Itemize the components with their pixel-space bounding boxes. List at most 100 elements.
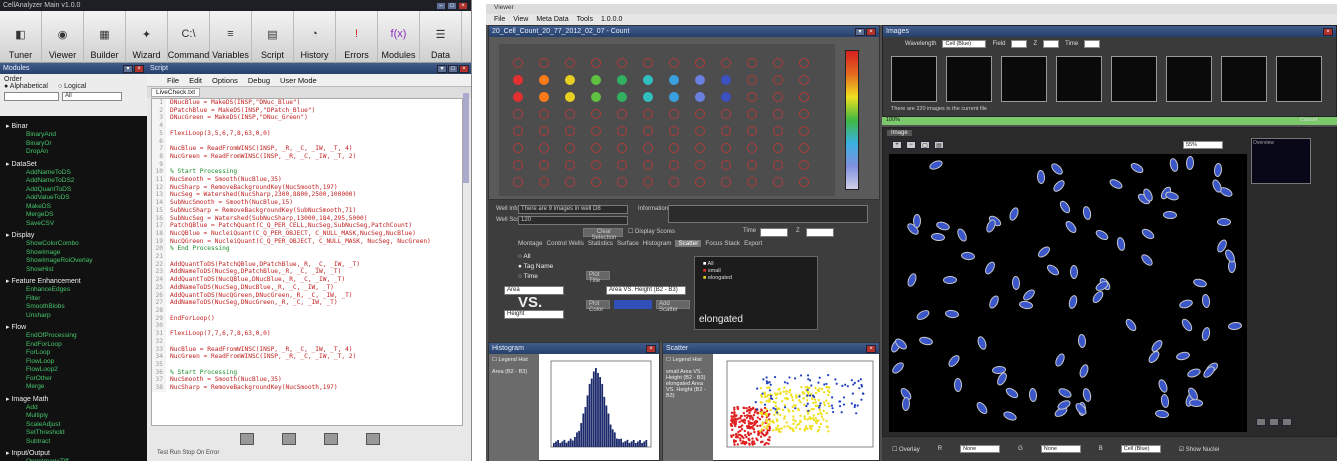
module-item[interactable]: Filter bbox=[0, 295, 147, 304]
r-channel-select[interactable]: None bbox=[960, 445, 1001, 453]
well[interactable] bbox=[669, 160, 679, 170]
well[interactable] bbox=[695, 160, 705, 170]
y-variable-select[interactable]: Height bbox=[504, 310, 564, 319]
module-category[interactable]: ▸ Flow bbox=[0, 322, 147, 332]
well[interactable] bbox=[539, 58, 549, 68]
well[interactable] bbox=[513, 109, 523, 119]
zoom-out-icon[interactable]: − bbox=[906, 141, 916, 149]
well[interactable] bbox=[617, 143, 627, 153]
close-icon[interactable]: × bbox=[646, 344, 656, 353]
well[interactable] bbox=[799, 177, 809, 187]
well[interactable] bbox=[669, 126, 679, 136]
legend-scatter-checkbox[interactable]: ☐ Legend Hist bbox=[663, 354, 713, 366]
well[interactable] bbox=[773, 160, 783, 170]
close-icon[interactable]: × bbox=[459, 64, 469, 73]
well[interactable] bbox=[695, 58, 705, 68]
well[interactable] bbox=[539, 143, 549, 153]
well[interactable] bbox=[799, 109, 809, 119]
well[interactable] bbox=[669, 143, 679, 153]
module-item[interactable]: AddNameToDS2 bbox=[0, 177, 147, 186]
toolbar-button-viewer[interactable]: ◉ Viewer bbox=[42, 11, 84, 63]
well[interactable] bbox=[721, 143, 731, 153]
minimize-icon[interactable]: – bbox=[436, 1, 446, 10]
close-icon[interactable]: × bbox=[866, 344, 876, 353]
module-category[interactable]: ▸ Image Math bbox=[0, 394, 147, 404]
module-item[interactable]: AddNameToDS bbox=[0, 169, 147, 178]
images-time-select[interactable] bbox=[1084, 40, 1101, 48]
g-channel-select[interactable]: None bbox=[1040, 445, 1081, 453]
play-button[interactable] bbox=[239, 433, 254, 445]
well[interactable] bbox=[539, 92, 549, 102]
well[interactable] bbox=[539, 75, 549, 85]
menu-item[interactable]: View bbox=[513, 16, 528, 23]
toolbar-button-modules[interactable]: f(x) Modules bbox=[378, 11, 420, 63]
well[interactable] bbox=[643, 177, 653, 187]
well[interactable] bbox=[643, 92, 653, 102]
menu-item[interactable]: 1.0.0.0 bbox=[601, 16, 622, 23]
module-item[interactable]: FlowLoop bbox=[0, 358, 147, 367]
view-button-2[interactable] bbox=[1269, 418, 1279, 426]
module-item[interactable]: ForOther bbox=[0, 375, 147, 384]
code-editor[interactable]: 1 DNucBlue = MakeDS(INSP,"DNuc_Blue") 2 DPa… bbox=[151, 98, 463, 426]
show-nuclei-checkbox[interactable]: ☑ Show Nuclei bbox=[1179, 446, 1219, 453]
well[interactable] bbox=[617, 75, 627, 85]
well[interactable] bbox=[565, 177, 575, 187]
b-channel-select[interactable]: Cell (Blue) bbox=[1120, 445, 1161, 453]
well[interactable] bbox=[643, 58, 653, 68]
radio-logical[interactable]: ○ Logical bbox=[58, 83, 86, 90]
module-item[interactable]: Subtract bbox=[0, 438, 147, 447]
module-category[interactable]: ▸ DataSet bbox=[0, 159, 147, 169]
well[interactable] bbox=[591, 109, 601, 119]
well[interactable] bbox=[747, 58, 757, 68]
close-icon[interactable]: × bbox=[1323, 27, 1333, 36]
well[interactable] bbox=[695, 143, 705, 153]
well[interactable] bbox=[513, 177, 523, 187]
module-item[interactable]: SaveCSV bbox=[0, 220, 147, 229]
menu-item[interactable]: User Mode bbox=[280, 76, 317, 85]
images-z-select[interactable] bbox=[1043, 40, 1060, 48]
well[interactable] bbox=[591, 177, 601, 187]
time-select[interactable] bbox=[760, 228, 788, 237]
view-button-3[interactable] bbox=[1282, 418, 1292, 426]
module-category[interactable]: ▸ Binar bbox=[0, 121, 147, 131]
menu-item[interactable]: Edit bbox=[189, 76, 202, 85]
well[interactable] bbox=[721, 92, 731, 102]
module-item[interactable]: Merge bbox=[0, 383, 147, 392]
toolbar-button-variables[interactable]: ≡ Variables bbox=[210, 11, 252, 63]
well[interactable] bbox=[773, 109, 783, 119]
well[interactable] bbox=[747, 109, 757, 119]
well[interactable] bbox=[565, 160, 575, 170]
well[interactable] bbox=[539, 126, 549, 136]
well[interactable] bbox=[617, 58, 627, 68]
well[interactable] bbox=[799, 75, 809, 85]
well[interactable] bbox=[799, 92, 809, 102]
module-item[interactable]: ShowImageRoiOverlay bbox=[0, 257, 147, 266]
well[interactable] bbox=[695, 92, 705, 102]
maximize-icon[interactable]: □ bbox=[447, 1, 457, 10]
step-button[interactable] bbox=[281, 433, 296, 445]
module-item[interactable]: Unsharp bbox=[0, 312, 147, 321]
well[interactable] bbox=[513, 58, 523, 68]
module-item[interactable]: Multiply bbox=[0, 412, 147, 421]
close-icon[interactable]: × bbox=[866, 27, 876, 36]
well[interactable] bbox=[799, 143, 809, 153]
image-tab[interactable]: Image bbox=[887, 130, 912, 136]
module-item[interactable]: SetThreshold bbox=[0, 429, 147, 438]
well[interactable] bbox=[513, 92, 523, 102]
module-item[interactable]: AddValueToDS bbox=[0, 194, 147, 203]
overlay-checkbox[interactable]: ☐ Overlay bbox=[892, 446, 920, 453]
module-item[interactable]: EnhanceEdges bbox=[0, 286, 147, 295]
code-scrollbar[interactable] bbox=[463, 93, 469, 183]
well[interactable] bbox=[669, 109, 679, 119]
well[interactable] bbox=[513, 143, 523, 153]
toolbar-button-script[interactable]: ▤ Script bbox=[252, 11, 294, 63]
well[interactable] bbox=[591, 58, 601, 68]
module-item[interactable]: Add bbox=[0, 404, 147, 413]
well[interactable] bbox=[695, 177, 705, 187]
pin-icon[interactable]: ▾ bbox=[123, 64, 133, 73]
image-thumbnail[interactable] bbox=[1276, 56, 1322, 102]
image-thumbnail[interactable] bbox=[1221, 56, 1267, 102]
pin-icon[interactable]: ▾ bbox=[855, 27, 865, 36]
well[interactable] bbox=[669, 177, 679, 187]
close-icon[interactable]: × bbox=[458, 1, 468, 10]
